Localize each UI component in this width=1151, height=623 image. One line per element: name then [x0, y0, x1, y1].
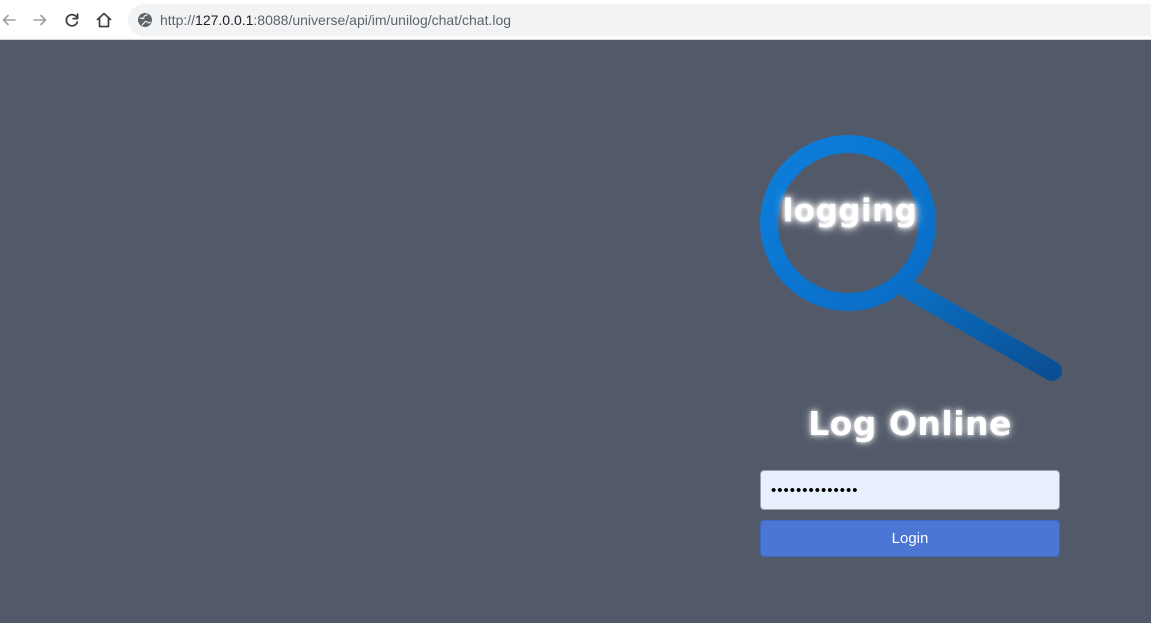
- forward-button[interactable]: [27, 7, 53, 33]
- reload-icon: [65, 13, 79, 27]
- home-button[interactable]: [91, 7, 117, 33]
- browser-toolbar: http://127.0.0.1:8088/universe/api/im/un…: [0, 0, 1151, 40]
- site-info-icon[interactable]: [137, 12, 153, 28]
- login-button[interactable]: Login: [760, 520, 1060, 557]
- url-path: :8088/universe/api/im/unilog/chat/chat.l…: [253, 12, 512, 28]
- password-field[interactable]: [760, 470, 1060, 510]
- forward-arrow-icon: [33, 14, 47, 26]
- back-button[interactable]: [0, 7, 22, 33]
- home-icon: [96, 12, 112, 28]
- logo-text: logging: [782, 193, 918, 229]
- url-scheme: http://: [160, 12, 196, 28]
- reload-button[interactable]: [59, 7, 85, 33]
- url-text[interactable]: http://127.0.0.1:8088/universe/api/im/un…: [160, 12, 511, 28]
- magnifier-logo-icon: [760, 135, 1062, 381]
- url-host: 127.0.0.1: [195, 12, 254, 28]
- back-arrow-icon: [2, 14, 16, 26]
- page-title: Log Online: [808, 404, 1012, 443]
- address-bar[interactable]: http://127.0.0.1:8088/universe/api/im/un…: [128, 4, 1151, 36]
